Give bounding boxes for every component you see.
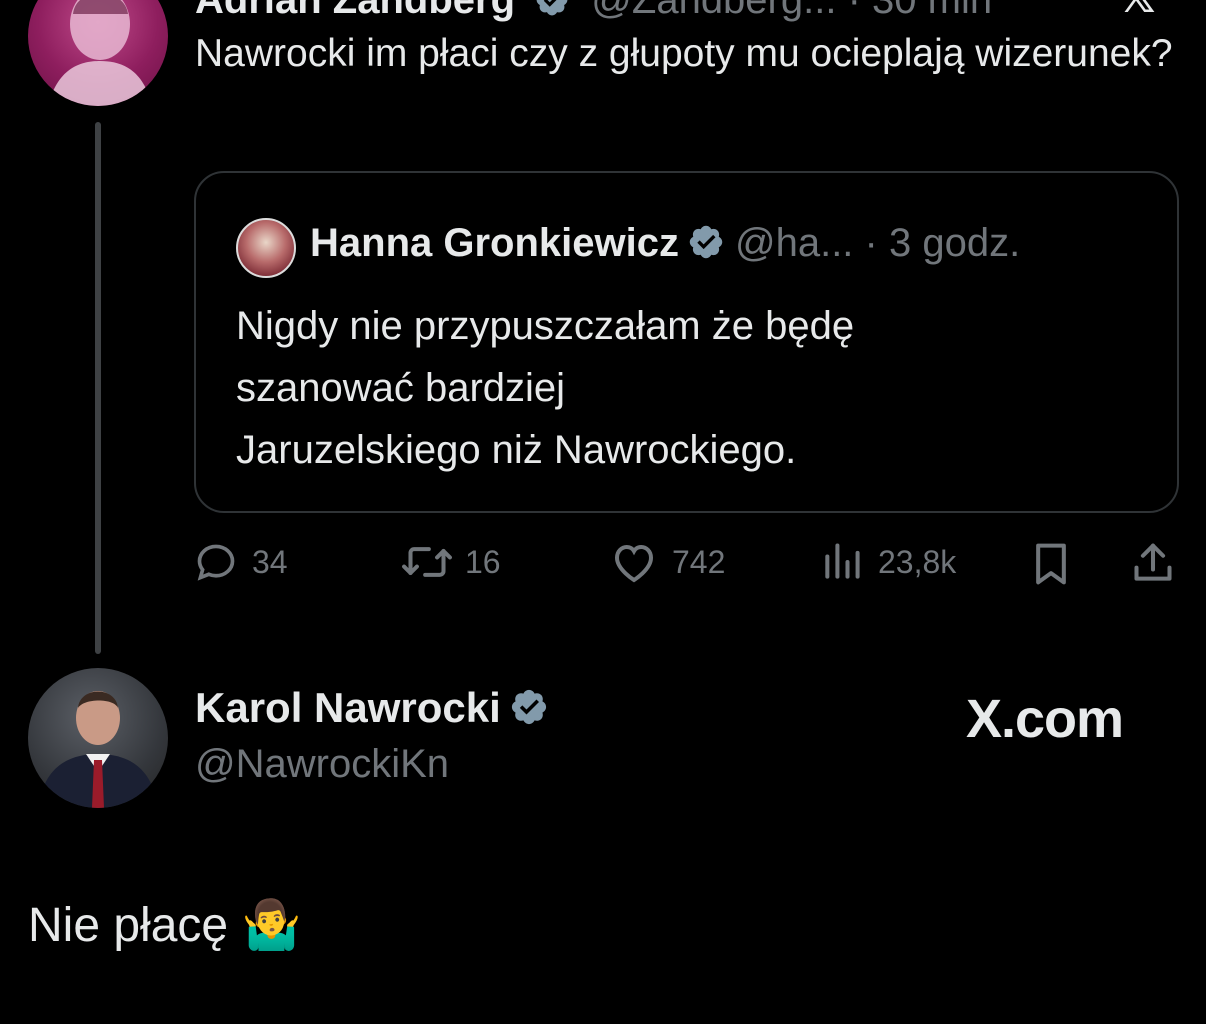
avatar-adrian-zandberg[interactable] <box>28 0 168 106</box>
repost-count: 16 <box>465 543 501 580</box>
reply-count: 34 <box>252 543 288 580</box>
reply-text-content: Nie płacę <box>28 899 229 952</box>
parent-author-handle[interactable]: @Zandberg... <box>591 0 836 22</box>
quoted-tweet-text: Nigdy nie przypuszczałam że będę szanowa… <box>236 295 1156 481</box>
like-count: 742 <box>672 543 726 580</box>
x-com-brand-label: X.com <box>966 689 1124 749</box>
quoted-tweet-card[interactable]: Hanna Gronkiewicz @ha... · 3 godz. Nigdy … <box>194 171 1179 513</box>
quote-author-name: Hanna Gronkiewicz <box>310 221 679 265</box>
repost-icon <box>402 547 452 577</box>
verified-badge-icon <box>511 689 546 725</box>
heart-icon <box>614 544 654 583</box>
quote-text-line: szanować bardziej <box>236 366 566 410</box>
parent-tweet-text: Nawrocki im płaci czy z głupoty mu ociep… <box>195 32 1173 75</box>
quote-text-line: Jaruzelskiego niż Nawrockiego. <box>236 428 797 472</box>
bookmark-button[interactable] <box>1029 540 1073 588</box>
share-button[interactable] <box>1131 540 1175 588</box>
reply-author-handle[interactable]: @NawrockiKn <box>195 742 559 787</box>
share-icon <box>1134 543 1172 581</box>
verified-badge-icon <box>536 0 568 16</box>
shrug-emoji-icon: 🤷‍♂️ <box>241 899 302 952</box>
quoted-tweet-header: Hanna Gronkiewicz @ha... · 3 godz. <box>310 221 1020 266</box>
avatar-karol-nawrocki[interactable] <box>28 668 168 808</box>
like-button[interactable]: 742 <box>610 540 725 584</box>
parent-author-name[interactable]: Adrian Zandberg <box>195 0 515 22</box>
quote-tweet-time: · 3 godz. <box>864 221 1021 265</box>
views-button[interactable]: 23,8k <box>820 540 956 584</box>
reply-tweet-text: Nie płacę 🤷‍♂️ <box>28 896 301 953</box>
views-count: 23,8k <box>878 543 957 580</box>
bookmark-icon <box>1036 543 1066 585</box>
thread-connector-line <box>95 122 101 654</box>
tweet-action-bar: 34 16 742 23,8k <box>194 540 1179 592</box>
x-logo-icon: 𝕏 <box>1120 0 1155 23</box>
parent-tweet-header: Adrian Zandberg @Zandberg... · 30 min <box>195 0 992 23</box>
reply-icon <box>197 544 235 581</box>
verified-badge-icon <box>689 225 723 259</box>
reply-author-block: Karol Nawrocki @NawrockiKn <box>195 684 559 787</box>
reply-button[interactable]: 34 <box>194 540 288 584</box>
quote-author-handle: @ha... <box>734 221 854 265</box>
reply-author-name-row: Karol Nawrocki <box>195 684 559 732</box>
quote-text-line: Nigdy nie przypuszczałam że będę <box>236 304 855 348</box>
avatar-photo-icon <box>38 691 158 808</box>
avatar-photo-icon <box>48 0 152 106</box>
parent-tweet-time[interactable]: · 30 min <box>848 0 993 22</box>
reply-author-name[interactable]: Karol Nawrocki <box>195 684 501 731</box>
views-chart-icon <box>825 543 860 579</box>
avatar-hanna-gronkiewicz <box>236 218 296 278</box>
repost-button[interactable]: 16 <box>399 540 501 584</box>
